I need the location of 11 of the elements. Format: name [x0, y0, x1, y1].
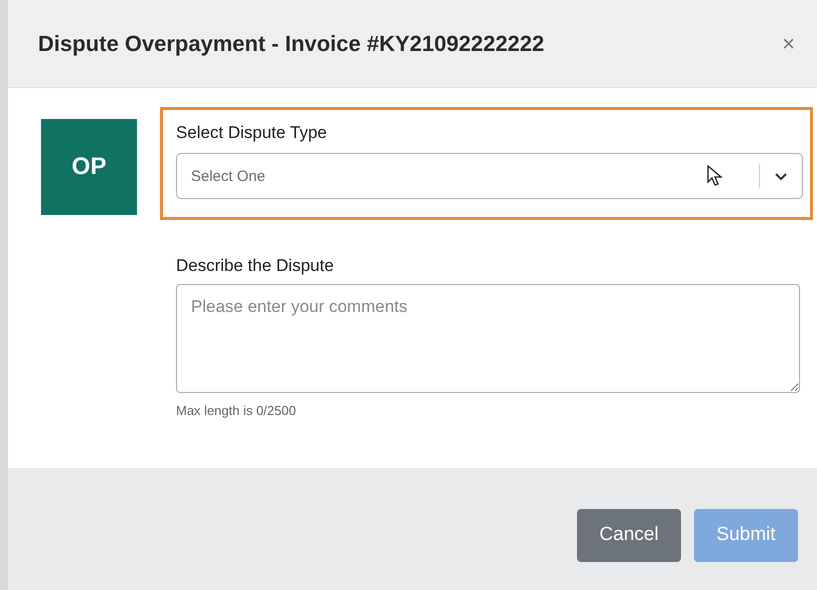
- close-button[interactable]: ×: [778, 30, 799, 56]
- initials-badge: OP: [41, 119, 137, 215]
- cursor-icon: [707, 165, 723, 187]
- chevron-down-icon: [774, 172, 788, 180]
- dispute-type-select[interactable]: Select One: [176, 153, 803, 199]
- field-label: Describe the Dispute: [176, 256, 335, 276]
- field-label: Select Dispute Type: [176, 123, 328, 143]
- cancel-button[interactable]: Cancel: [577, 508, 681, 562]
- dialog-title: Dispute Overpayment - Invoice #KY21092222222: [38, 30, 544, 56]
- length-hint: Max length is 0/2500: [176, 403, 297, 418]
- comments-field[interactable]: Please enter your comments: [176, 284, 800, 393]
